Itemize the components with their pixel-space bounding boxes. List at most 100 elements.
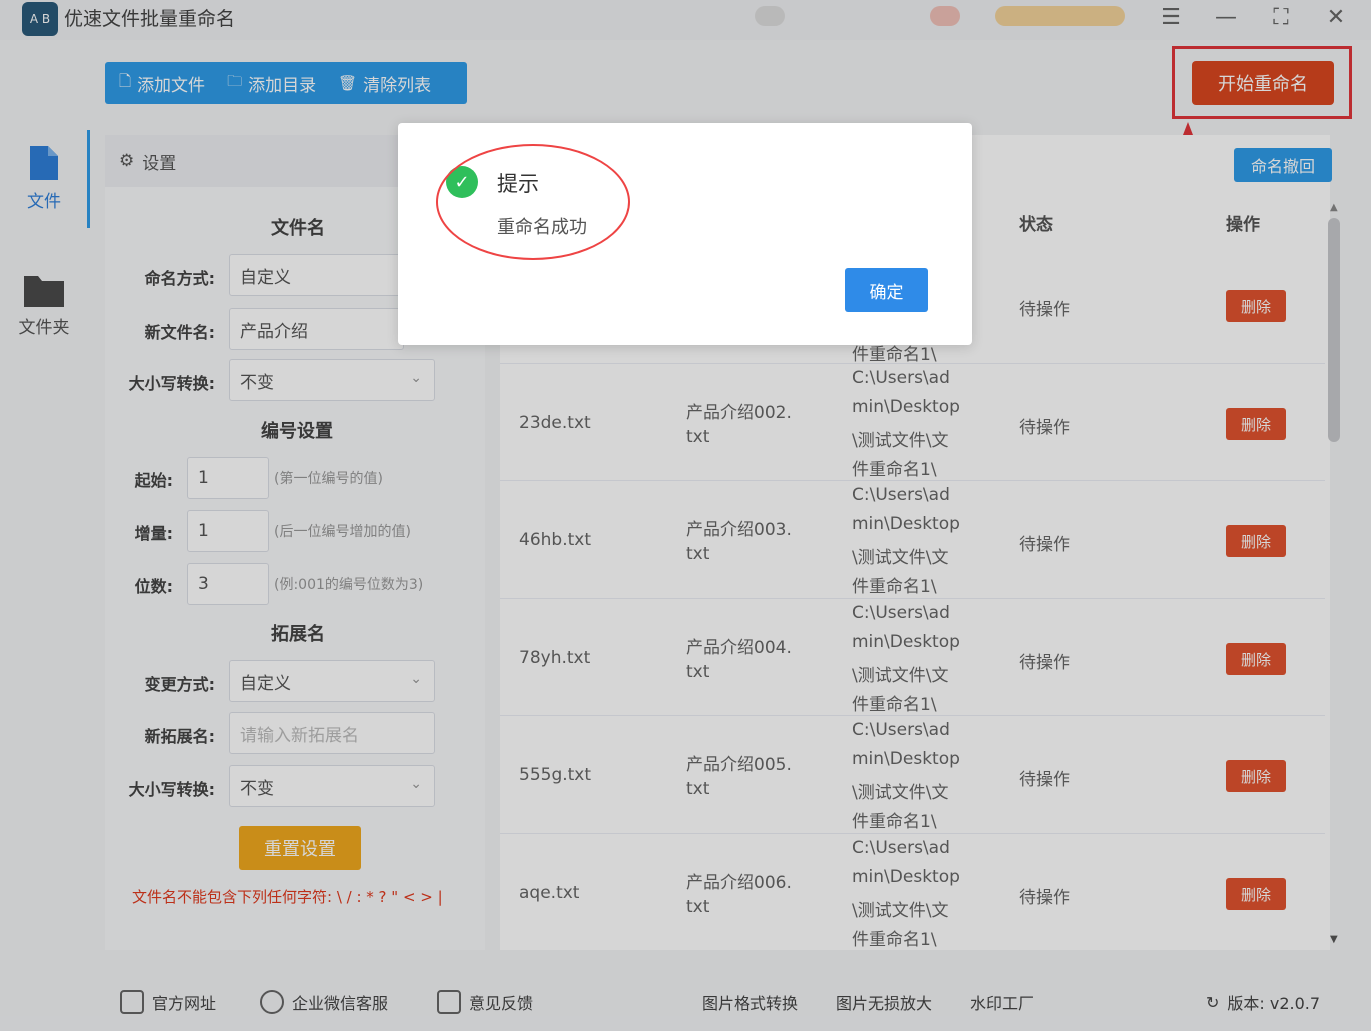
blurred-status-icon: [930, 6, 960, 26]
feedback-link[interactable]: 意见反馈: [437, 990, 533, 1014]
settings-title: 设置: [142, 153, 177, 174]
new-name-cell: txt: [686, 544, 710, 564]
gear-icon: ⚙: [119, 151, 135, 171]
menu-icon[interactable]: ☰: [1154, 2, 1188, 32]
digits-input[interactable]: 3: [187, 563, 269, 605]
new-name-cell: txt: [686, 662, 710, 682]
delete-button[interactable]: 删除: [1226, 878, 1286, 910]
path-cell: 件重命名1\: [852, 577, 937, 597]
add-dir-button[interactable]: 🗀 添加目录: [227, 71, 316, 96]
inc-hint: (后一位编号增加的值): [274, 524, 411, 540]
path-cell: C:\Users\ad: [852, 838, 950, 858]
new-name-cell: txt: [686, 427, 710, 447]
convert-link[interactable]: 图片格式转换: [702, 990, 798, 1014]
new-name-cell: 产品介绍003.: [686, 520, 792, 540]
digits-value: 3: [198, 574, 209, 594]
enlarge-link[interactable]: 图片无损放大: [836, 990, 932, 1014]
path-cell: min\Desktop: [852, 749, 960, 769]
scroll-down-icon[interactable]: ▼: [1330, 934, 1338, 945]
status-cell: 待操作: [1019, 888, 1070, 908]
path-cell: \测试文件\文: [852, 548, 949, 568]
chevron-down-icon: ⌄: [410, 370, 422, 386]
row-divider: [500, 833, 1325, 834]
path-cell: 件重命名1\: [852, 812, 937, 832]
trash-icon: 🗑: [338, 74, 358, 92]
case2-select[interactable]: 不变 ⌄: [229, 765, 435, 807]
nav-file-label: 文件: [27, 192, 61, 212]
header-status: 状态: [1019, 215, 1053, 235]
nav-file[interactable]: 文件: [0, 144, 88, 212]
app-title: 优速文件批量重命名: [64, 8, 236, 30]
start-label: 起始:: [134, 471, 173, 490]
nav-folder[interactable]: 文件夹: [0, 272, 88, 338]
start-input[interactable]: 1: [187, 457, 269, 499]
chat-icon: [260, 990, 284, 1014]
delete-button[interactable]: 删除: [1226, 643, 1286, 675]
add-dir-label: 添加目录: [248, 75, 317, 96]
new-name-cell: txt: [686, 897, 710, 917]
add-file-label: 添加文件: [137, 75, 206, 96]
delete-button[interactable]: 删除: [1226, 760, 1286, 792]
newname-label: 新文件名:: [144, 323, 215, 342]
case2-value: 不变: [240, 778, 274, 799]
filename-warning: 文件名不能包含下列任何字符: \ / : * ? " < > |: [132, 888, 443, 906]
change-select[interactable]: 自定义 ⌄: [229, 660, 435, 702]
website-link[interactable]: 官方网址: [120, 990, 216, 1014]
newext-input[interactable]: 请输入新拓展名: [229, 712, 435, 754]
start-value: 1: [198, 468, 209, 488]
path-cell: \测试文件\文: [852, 431, 949, 451]
scrollbar-thumb[interactable]: [1328, 218, 1340, 442]
digits-hint: (例:001的编号位数为3): [274, 577, 424, 593]
maximize-icon[interactable]: ⛶: [1264, 2, 1298, 32]
clear-list-button[interactable]: 🗑 清除列表: [338, 71, 431, 96]
status-cell: 待操作: [1019, 535, 1070, 555]
new-name-cell: 产品介绍002.: [686, 403, 792, 423]
new-name-cell: 产品介绍006.: [686, 873, 792, 893]
naming-select[interactable]: 自定义: [229, 254, 404, 296]
ok-button[interactable]: 确定: [845, 268, 928, 312]
delete-button[interactable]: 删除: [1226, 408, 1286, 440]
web-icon: [120, 990, 144, 1014]
chevron-down-icon: ⌄: [410, 671, 422, 687]
annotation-ellipse: [436, 144, 630, 260]
status-cell: 待操作: [1019, 770, 1070, 790]
case-label: 大小写转换:: [128, 374, 215, 393]
path-cell: C:\Users\ad: [852, 720, 950, 740]
path-cell: 件重命名1\: [852, 460, 937, 480]
case-select[interactable]: 不变 ⌄: [229, 359, 435, 401]
status-cell: 待操作: [1019, 653, 1070, 673]
file-icon: 🗋: [119, 71, 132, 90]
version-info[interactable]: ↻ 版本: v2.0.7: [1206, 990, 1320, 1014]
path-cell: min\Desktop: [852, 867, 960, 887]
digits-label: 位数:: [134, 577, 173, 596]
folder-icon: 🗀: [227, 71, 243, 90]
add-file-button[interactable]: 🗋 添加文件: [119, 71, 205, 96]
newext-placeholder: 请输入新拓展名: [240, 725, 359, 746]
start-hint: (第一位编号的值): [274, 471, 383, 487]
blurred-status-icon: [755, 6, 785, 26]
delete-button[interactable]: 删除: [1226, 290, 1286, 322]
clear-list-label: 清除列表: [363, 75, 432, 96]
path-cell: C:\Users\ad: [852, 603, 950, 623]
delete-button[interactable]: 删除: [1226, 525, 1286, 557]
file-icon: [30, 146, 58, 180]
undo-rename-button[interactable]: 命名撤回: [1234, 148, 1332, 182]
section-filename: 文件名: [271, 218, 325, 239]
wechat-label: 企业微信客服: [292, 994, 389, 1013]
change-value: 自定义: [240, 673, 291, 694]
original-name-cell: aqe.txt: [519, 883, 580, 903]
watermark-link[interactable]: 水印工厂: [970, 990, 1034, 1014]
inc-input[interactable]: 1: [187, 510, 269, 552]
path-cell: C:\Users\ad: [852, 368, 950, 388]
minimize-icon[interactable]: —: [1209, 2, 1243, 32]
chevron-down-icon: ⌄: [410, 776, 422, 792]
case2-label: 大小写转换:: [128, 780, 215, 799]
path-cell: C:\Users\ad: [852, 485, 950, 505]
newname-input[interactable]: 产品介绍: [229, 308, 404, 350]
scroll-up-icon[interactable]: ▲: [1330, 202, 1338, 213]
newext-label: 新拓展名:: [144, 727, 215, 746]
wechat-link[interactable]: 企业微信客服: [260, 990, 388, 1014]
row-divider: [500, 363, 1325, 364]
close-icon[interactable]: ✕: [1319, 2, 1353, 32]
reset-button[interactable]: 重置设置: [239, 826, 361, 870]
